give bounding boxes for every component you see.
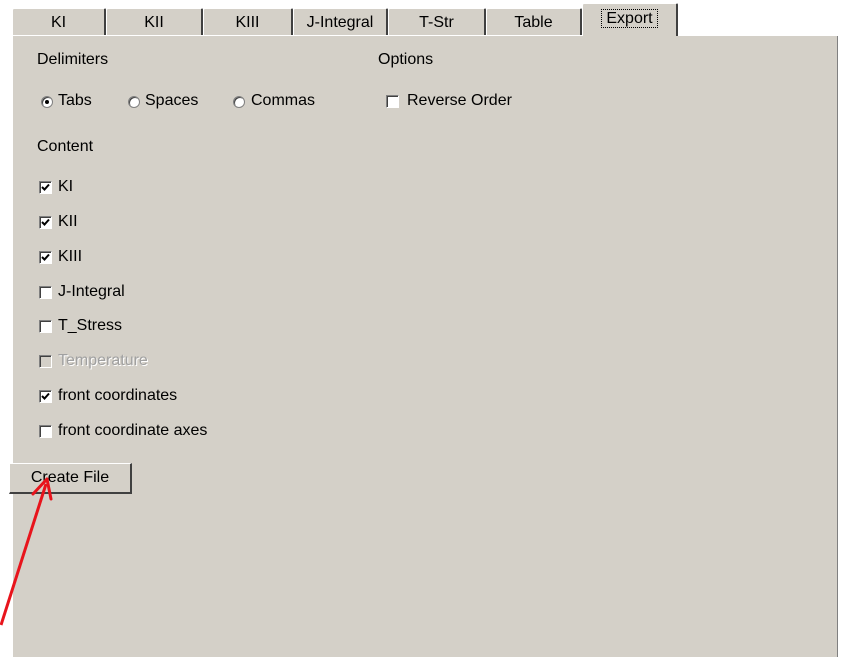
temperature-checkbox — [39, 355, 52, 368]
temperature-label: Temperature — [58, 352, 148, 369]
tab-ki-label: KI — [50, 14, 67, 31]
ki-checkbox[interactable] — [39, 181, 52, 194]
j-integral-checkbox[interactable] — [39, 286, 52, 299]
reverse-order-checkbox[interactable] — [386, 95, 399, 108]
spaces-radio-label[interactable]: Spaces — [145, 92, 198, 110]
tab-table-label: Table — [514, 14, 553, 31]
tab-kiii-label: KIII — [235, 14, 260, 31]
front-coordinate-axes-checkbox[interactable] — [39, 425, 52, 438]
tab-j-integral[interactable]: J-Integral — [293, 8, 388, 35]
tab-kiii[interactable]: KIII — [203, 8, 293, 35]
front-coordinate-axes-label[interactable]: front coordinate axes — [58, 422, 207, 440]
tab-t-str-label: T-Str — [419, 14, 454, 31]
tab-export[interactable]: Export — [582, 3, 678, 36]
tab-divider — [12, 35, 838, 36]
tab-ki[interactable]: KI — [12, 8, 106, 35]
front-coordinates-checkbox[interactable] — [39, 390, 52, 403]
create-file-button[interactable]: Create File — [9, 463, 132, 494]
ki-label[interactable]: KI — [58, 178, 73, 196]
kii-label[interactable]: KII — [58, 213, 78, 231]
tab-j-integral-label: J-Integral — [306, 14, 374, 31]
content-heading: Content — [37, 138, 94, 155]
tabs-radio[interactable] — [41, 96, 53, 108]
kii-checkbox[interactable] — [39, 216, 52, 229]
tab-kii-label: KII — [144, 14, 164, 31]
delimiters-heading: Delimiters — [37, 51, 109, 68]
reverse-order-label[interactable]: Reverse Order — [407, 92, 512, 110]
export-panel: Delimiters Tabs Spaces Commas Options Re… — [12, 35, 838, 657]
tabs-radio-label[interactable]: Tabs — [58, 92, 92, 110]
t-stress-label[interactable]: T_Stress — [58, 317, 122, 335]
tab-kii[interactable]: KII — [106, 8, 203, 35]
kiii-label[interactable]: KIII — [58, 248, 82, 266]
tab-export-label: Export — [601, 9, 658, 28]
tab-t-str[interactable]: T-Str — [388, 8, 486, 35]
commas-radio-label[interactable]: Commas — [251, 92, 315, 110]
front-coordinates-label[interactable]: front coordinates — [58, 387, 177, 405]
j-integral-label[interactable]: J-Integral — [58, 283, 125, 301]
kiii-checkbox[interactable] — [39, 251, 52, 264]
spaces-radio[interactable] — [128, 96, 140, 108]
options-heading: Options — [378, 51, 434, 68]
t-stress-checkbox[interactable] — [39, 320, 52, 333]
tab-table[interactable]: Table — [486, 8, 582, 35]
commas-radio[interactable] — [233, 96, 245, 108]
tab-bar: KI KII KIII J-Integral T-Str Table Expor… — [12, 0, 842, 36]
